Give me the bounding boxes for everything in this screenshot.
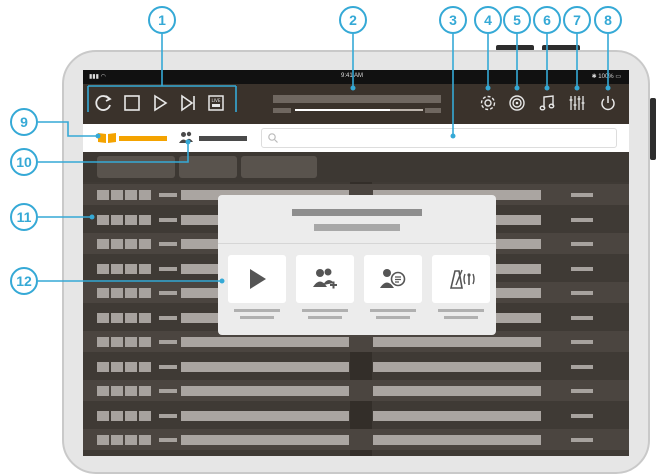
callout-9: 9 xyxy=(10,108,38,136)
callout-12: 12 xyxy=(10,267,38,295)
callout-11: 11 xyxy=(10,203,38,231)
callout-leaders xyxy=(38,34,611,284)
callout-5: 5 xyxy=(503,6,531,34)
callout-6: 6 xyxy=(533,6,561,34)
callout-8: 8 xyxy=(594,6,622,34)
callout-7: 7 xyxy=(563,6,591,34)
callout-1: 1 xyxy=(148,6,176,34)
callout-4: 4 xyxy=(474,6,502,34)
callout-2: 2 xyxy=(339,6,367,34)
callout-3: 3 xyxy=(439,6,467,34)
callout-10: 10 xyxy=(10,148,38,176)
